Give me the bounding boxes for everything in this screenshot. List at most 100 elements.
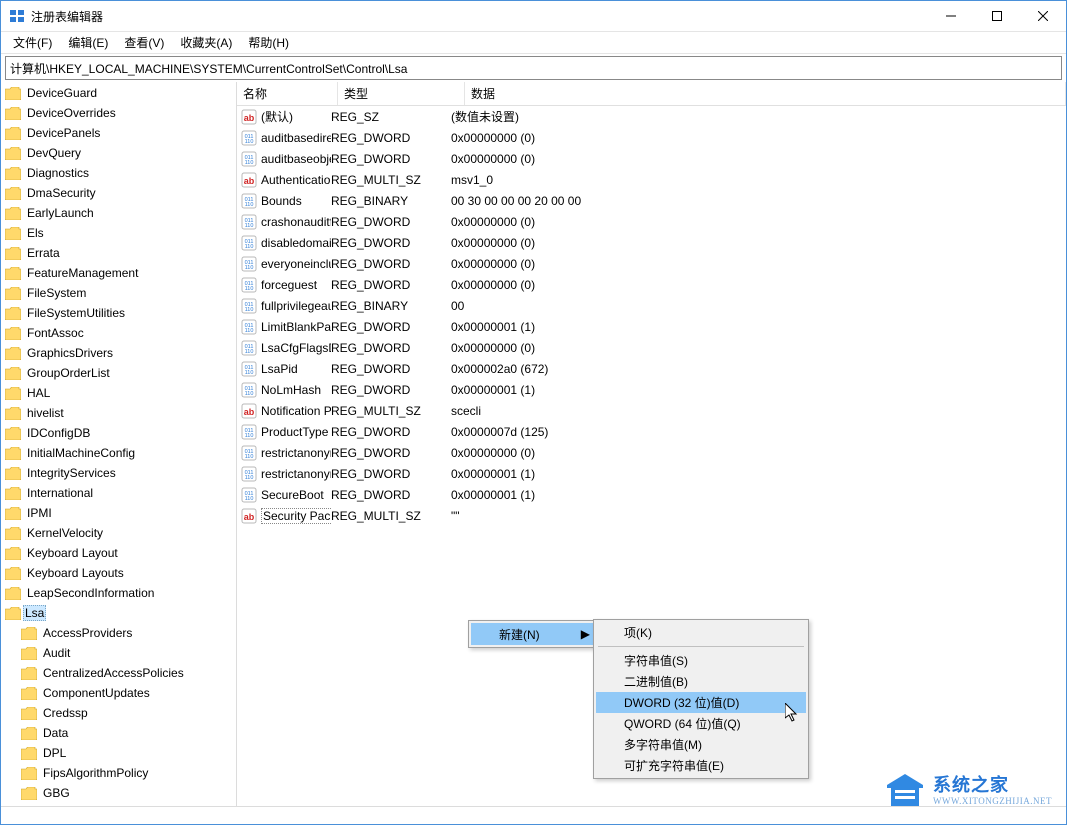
window-title: 注册表编辑器 <box>31 8 928 25</box>
tree-item[interactable]: GBG <box>1 783 236 803</box>
tree-item[interactable]: Keyboard Layout <box>1 543 236 563</box>
column-data[interactable]: 数据 <box>465 82 1066 105</box>
maximize-button[interactable] <box>974 1 1020 31</box>
list-row[interactable]: 011110SecureBootREG_DWORD0x00000001 (1) <box>237 484 1066 505</box>
tree-item[interactable]: KernelVelocity <box>1 523 236 543</box>
list-row[interactable]: 011110LimitBlankPass...REG_DWORD0x000000… <box>237 316 1066 337</box>
menu-favorites[interactable]: 收藏夹(A) <box>172 32 240 53</box>
tree-item[interactable]: Data <box>1 723 236 743</box>
menu-help[interactable]: 帮助(H) <box>240 32 297 53</box>
tree-item-label: Keyboard Layout <box>25 546 120 560</box>
list-row[interactable]: 011110ProductTypeREG_DWORD0x0000007d (12… <box>237 421 1066 442</box>
cell-name: 011110restrictanonym... <box>241 466 331 482</box>
cell-name: abNotification Pa... <box>241 403 331 419</box>
tree-item[interactable]: FileSystem <box>1 283 236 303</box>
tree-item[interactable]: GroupOrderList <box>1 363 236 383</box>
tree-item[interactable]: hivelist <box>1 403 236 423</box>
tree-item-label: CentralizedAccessPolicies <box>41 666 186 680</box>
list-row[interactable]: 011110BoundsREG_BINARY00 30 00 00 00 20 … <box>237 190 1066 211</box>
cell-data: (数值未设置) <box>451 108 1066 125</box>
tree-item[interactable]: DeviceGuard <box>1 83 236 103</box>
tree-item[interactable]: FipsAlgorithmPolicy <box>1 763 236 783</box>
list-row[interactable]: 011110forceguestREG_DWORD0x00000000 (0) <box>237 274 1066 295</box>
tree-item[interactable]: Errata <box>1 243 236 263</box>
cell-data: 0x000002a0 (672) <box>451 362 1066 376</box>
tree-item[interactable]: Keyboard Layouts <box>1 563 236 583</box>
context-new[interactable]: 新建(N) ▶ <box>471 623 596 645</box>
submenu-qword[interactable]: QWORD (64 位)值(Q) <box>596 713 806 734</box>
tree-item[interactable]: FileSystemUtilities <box>1 303 236 323</box>
tree-item[interactable]: DPL <box>1 743 236 763</box>
cell-data: 0x00000000 (0) <box>451 215 1066 229</box>
submenu-string[interactable]: 字符串值(S) <box>596 650 806 671</box>
tree-item[interactable]: DeviceOverrides <box>1 103 236 123</box>
tree-item[interactable]: Lsa <box>1 603 236 623</box>
list-row[interactable]: 011110LsaPidREG_DWORD0x000002a0 (672) <box>237 358 1066 379</box>
tree-item-label: FeatureManagement <box>25 266 140 280</box>
cell-type: REG_DWORD <box>331 362 451 376</box>
submenu-key[interactable]: 项(K) <box>596 622 806 643</box>
tree-item[interactable]: Credssp <box>1 703 236 723</box>
tree-item[interactable]: Diagnostics <box>1 163 236 183</box>
tree-item[interactable]: LeapSecondInformation <box>1 583 236 603</box>
menu-file[interactable]: 文件(F) <box>5 32 60 53</box>
list-row[interactable]: 011110auditbasedirec...REG_DWORD0x000000… <box>237 127 1066 148</box>
list-row[interactable]: 011110disabledomain...REG_DWORD0x0000000… <box>237 232 1066 253</box>
tree-item[interactable]: IDConfigDB <box>1 423 236 443</box>
list-row[interactable]: 011110crashonauditfailREG_DWORD0x0000000… <box>237 211 1066 232</box>
list-row[interactable]: 011110fullprivilegeau...REG_BINARY00 <box>237 295 1066 316</box>
list-row[interactable]: abSecurity Packa...REG_MULTI_SZ"" <box>237 505 1066 526</box>
list-row[interactable]: abAuthentication ...REG_MULTI_SZmsv1_0 <box>237 169 1066 190</box>
list-row[interactable]: 011110LsaCfgFlagsDe...REG_DWORD0x0000000… <box>237 337 1066 358</box>
list-row[interactable]: ab(默认)REG_SZ(数值未设置) <box>237 106 1066 127</box>
list-row[interactable]: 011110NoLmHashREG_DWORD0x00000001 (1) <box>237 379 1066 400</box>
cell-name: abAuthentication ... <box>241 172 331 188</box>
tree-item-label: IntegrityServices <box>25 466 118 480</box>
tree-item[interactable]: CentralizedAccessPolicies <box>1 663 236 683</box>
tree-item[interactable]: DevQuery <box>1 143 236 163</box>
tree-panel: DeviceGuardDeviceOverridesDevicePanelsDe… <box>1 82 237 806</box>
tree-item[interactable]: IntegrityServices <box>1 463 236 483</box>
tree-view[interactable]: DeviceGuardDeviceOverridesDevicePanelsDe… <box>1 82 236 806</box>
tree-item[interactable]: EarlyLaunch <box>1 203 236 223</box>
svg-text:ab: ab <box>244 512 255 522</box>
submenu-binary[interactable]: 二进制值(B) <box>596 671 806 692</box>
column-name[interactable]: 名称 <box>237 82 338 105</box>
cell-type: REG_DWORD <box>331 320 451 334</box>
submenu-arrow-icon: ▶ <box>581 627 590 641</box>
column-type[interactable]: 类型 <box>338 82 465 105</box>
tree-item[interactable]: InitialMachineConfig <box>1 443 236 463</box>
list-row[interactable]: 011110restrictanonym...REG_DWORD0x000000… <box>237 442 1066 463</box>
list-row[interactable]: 011110everyoneinclud...REG_DWORD0x000000… <box>237 253 1066 274</box>
tree-item[interactable]: DmaSecurity <box>1 183 236 203</box>
tree-item[interactable]: FontAssoc <box>1 323 236 343</box>
tree-item[interactable]: HAL <box>1 383 236 403</box>
list-row[interactable]: abNotification Pa...REG_MULTI_SZscecli <box>237 400 1066 421</box>
tree-item[interactable]: GraphicsDrivers <box>1 343 236 363</box>
submenu-dword[interactable]: DWORD (32 位)值(D) <box>596 692 806 713</box>
list-row[interactable]: 011110restrictanonym...REG_DWORD0x000000… <box>237 463 1066 484</box>
list-row[interactable]: 011110auditbaseobje...REG_DWORD0x0000000… <box>237 148 1066 169</box>
tree-item[interactable]: IPMI <box>1 503 236 523</box>
submenu-multi[interactable]: 多字符串值(M) <box>596 734 806 755</box>
tree-item-label: DmaSecurity <box>25 186 98 200</box>
tree-item[interactable]: FeatureManagement <box>1 263 236 283</box>
tree-item[interactable]: Els <box>1 223 236 243</box>
submenu-expand[interactable]: 可扩充字符串值(E) <box>596 755 806 776</box>
tree-item[interactable]: AccessProviders <box>1 623 236 643</box>
cell-data: 0x00000000 (0) <box>451 152 1066 166</box>
menu-view[interactable]: 查看(V) <box>116 32 172 53</box>
tree-item[interactable]: ComponentUpdates <box>1 683 236 703</box>
tree-item[interactable]: JD <box>1 803 236 806</box>
tree-item[interactable]: DevicePanels <box>1 123 236 143</box>
svg-text:110: 110 <box>245 307 254 313</box>
address-bar[interactable]: 计算机\HKEY_LOCAL_MACHINE\SYSTEM\CurrentCon… <box>5 56 1062 80</box>
cell-type: REG_DWORD <box>331 215 451 229</box>
minimize-button[interactable] <box>928 1 974 31</box>
tree-item[interactable]: Audit <box>1 643 236 663</box>
tree-item[interactable]: International <box>1 483 236 503</box>
close-button[interactable] <box>1020 1 1066 31</box>
cell-name: ab(默认) <box>241 108 331 125</box>
menu-edit[interactable]: 编辑(E) <box>60 32 116 53</box>
cell-name: 011110ProductType <box>241 424 331 440</box>
